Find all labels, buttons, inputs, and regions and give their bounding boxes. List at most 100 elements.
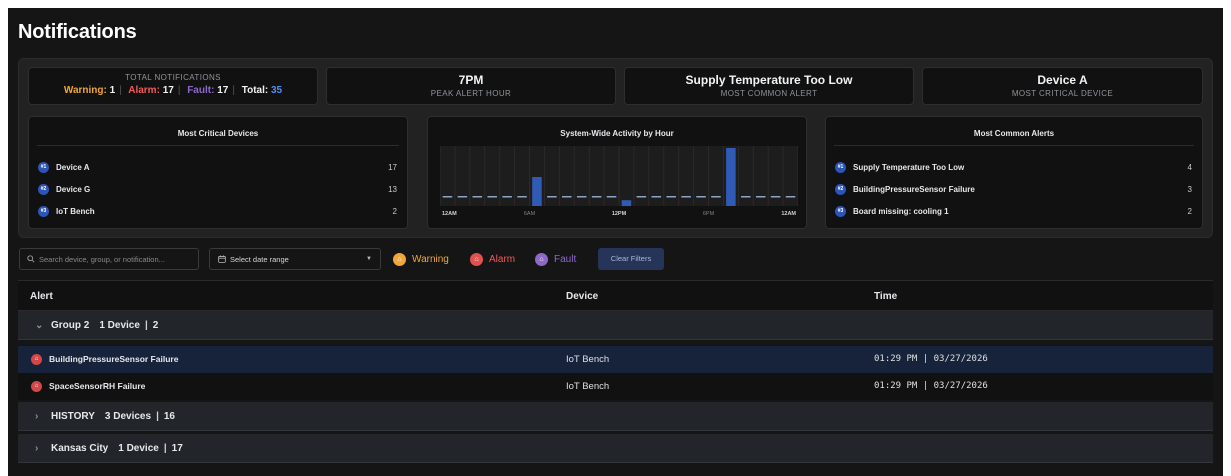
- alarm-icon: ⌂: [31, 381, 42, 392]
- device-name: IoT Bench: [56, 206, 95, 216]
- page-title: Notifications: [18, 21, 137, 43]
- peak-hour-caption: PEAK ALERT HOUR: [430, 89, 512, 98]
- device-name: IoT Bench: [566, 354, 610, 365]
- search-box[interactable]: [19, 248, 199, 270]
- common-alert-item[interactable]: #2 BuildingPressureSensor Failure 3: [835, 182, 1192, 196]
- chart-bar: [696, 196, 706, 198]
- chart-bar: [562, 196, 572, 198]
- common-alert-item[interactable]: #1 Supply Temperature Too Low 4: [835, 160, 1192, 174]
- group-name: Group 2: [51, 319, 90, 331]
- most-common-alerts-title: Most Common Alerts: [834, 129, 1194, 146]
- chart-bar: [532, 177, 542, 206]
- summary-panel: TOTAL NOTIFICATIONS Warning: 1 | Alarm: 1…: [18, 58, 1213, 238]
- total-count-label: Total:: [241, 85, 269, 96]
- chart-bar: [472, 196, 483, 198]
- fault-filter-chip[interactable]: ⌂ Fault: [535, 248, 576, 270]
- most-critical-device-value: Device A: [1037, 73, 1088, 87]
- column-header-device[interactable]: Device: [566, 291, 598, 302]
- notifications-table: Alert Device Time ⌄ Group 2 1 Device | 2…: [18, 280, 1213, 476]
- alert-count: 4: [1187, 162, 1192, 172]
- critical-device-item[interactable]: #1 Device A 17: [38, 160, 397, 174]
- chart-bar: [770, 196, 781, 198]
- most-critical-device-card: Device A MOST CRITICAL DEVICE: [922, 67, 1203, 105]
- peak-hour-value: 7PM: [458, 73, 484, 87]
- warning-filter-chip[interactable]: ⌂ Warning: [393, 248, 449, 270]
- rank-badge: #3: [835, 205, 846, 217]
- peak-hour-card: 7PM PEAK ALERT HOUR: [326, 67, 616, 105]
- chart-x-tick-label: 12AM: [442, 211, 457, 217]
- device-name: IoT Bench: [566, 381, 610, 392]
- chart-bar: [651, 196, 662, 198]
- chart-bar: [726, 148, 736, 206]
- search-icon: [27, 255, 35, 263]
- date-range-select[interactable]: Select date range ▼: [209, 248, 381, 270]
- group-device-count: 3 Devices: [104, 410, 152, 422]
- group-row-group-2[interactable]: ⌄ Group 2 1 Device | 2: [18, 311, 1213, 340]
- notification-counts: Warning: 1 | Alarm: 17 | Fault: 17 | Total:…: [63, 85, 283, 96]
- warning-count: 1: [109, 85, 116, 96]
- chart-bar: [606, 196, 617, 198]
- table-row[interactable]: ⌂ SpaceSensorRH Failure IoT Bench 01:29 …: [18, 373, 1213, 400]
- rank-badge: #1: [835, 161, 846, 173]
- fault-filter-label: Fault: [554, 253, 577, 265]
- alarm-count-label: Alarm:: [128, 85, 160, 96]
- alert-count: 2: [1187, 206, 1192, 216]
- device-count: 2: [392, 206, 397, 216]
- chart-bar: [457, 196, 468, 198]
- chart-bar: [547, 196, 557, 198]
- group-alert-count: 16: [163, 410, 175, 422]
- device-name: Device A: [56, 162, 90, 172]
- alert-time: 01:29 PM | 03/27/2026: [874, 381, 988, 391]
- alarm-filter-label: Alarm: [489, 253, 516, 265]
- chart-bar: [711, 196, 721, 198]
- alert-time: 01:29 PM | 03/27/2026: [874, 354, 988, 364]
- alert-name: Board missing: cooling 1: [853, 206, 949, 216]
- column-header-alert[interactable]: Alert: [30, 291, 53, 302]
- chevron-down-icon: ▼: [366, 256, 372, 262]
- chart-bar: [442, 196, 453, 198]
- fault-icon: ⌂: [535, 252, 548, 266]
- total-notifications-card: TOTAL NOTIFICATIONS Warning: 1 | Alarm: 1…: [28, 67, 318, 105]
- column-header-time[interactable]: Time: [874, 291, 897, 302]
- critical-device-item[interactable]: #3 IoT Bench 2: [38, 204, 397, 218]
- table-row[interactable]: ⌂ BuildingPressureSensor Failure IoT Ben…: [18, 346, 1213, 373]
- chart-bar: [755, 196, 766, 198]
- alert-name: BuildingPressureSensor Failure: [853, 184, 975, 194]
- fault-count: 17: [217, 85, 229, 96]
- clear-filters-button[interactable]: Clear Filters: [598, 248, 664, 270]
- alarm-filter-chip[interactable]: ⌂ Alarm: [470, 248, 515, 270]
- chart-x-tick-label: 12AM: [781, 211, 796, 217]
- table-header: Alert Device Time: [18, 280, 1213, 311]
- chart-bar: [636, 196, 647, 198]
- date-range-label: Select date range: [230, 254, 289, 264]
- device-count: 13: [388, 184, 397, 194]
- total-count: 35: [270, 85, 283, 96]
- alert-name: Supply Temperature Too Low: [853, 162, 965, 172]
- chart-bar: [517, 196, 527, 198]
- calendar-icon: [218, 255, 226, 263]
- most-critical-devices-title: Most Critical Devices: [37, 129, 399, 146]
- chevron-down-icon: ⌄: [35, 319, 44, 331]
- group-device-count: 1 Device: [99, 319, 140, 331]
- alarm-icon: ⌂: [470, 252, 483, 266]
- chart-bar: [621, 200, 632, 206]
- chart-x-tick-label: 6AM: [524, 211, 536, 217]
- group-row-kansas-city[interactable]: › Kansas City 1 Device | 17: [18, 434, 1213, 463]
- chart-x-tick-label: 6PM: [703, 211, 715, 217]
- rank-badge: #2: [835, 183, 846, 195]
- chart-bar: [785, 196, 796, 198]
- alert-name: BuildingPressureSensor Failure: [49, 354, 179, 364]
- chart-bar: [741, 196, 751, 198]
- critical-device-item[interactable]: #2 Device G 13: [38, 182, 397, 196]
- most-common-alert-caption: MOST COMMON ALERT: [720, 89, 818, 98]
- alert-count: 3: [1187, 184, 1192, 194]
- warning-icon: ⌂: [393, 252, 406, 266]
- chart-bar: [502, 196, 512, 198]
- chart-bar: [487, 196, 497, 198]
- device-name: Device G: [56, 184, 91, 194]
- alert-name: SpaceSensorRH Failure: [49, 381, 146, 391]
- common-alert-item[interactable]: #3 Board missing: cooling 1 2: [835, 204, 1192, 218]
- group-row-history[interactable]: › HISTORY 3 Devices | 16: [18, 402, 1213, 431]
- rank-badge: #1: [38, 161, 49, 173]
- search-input[interactable]: [39, 254, 189, 264]
